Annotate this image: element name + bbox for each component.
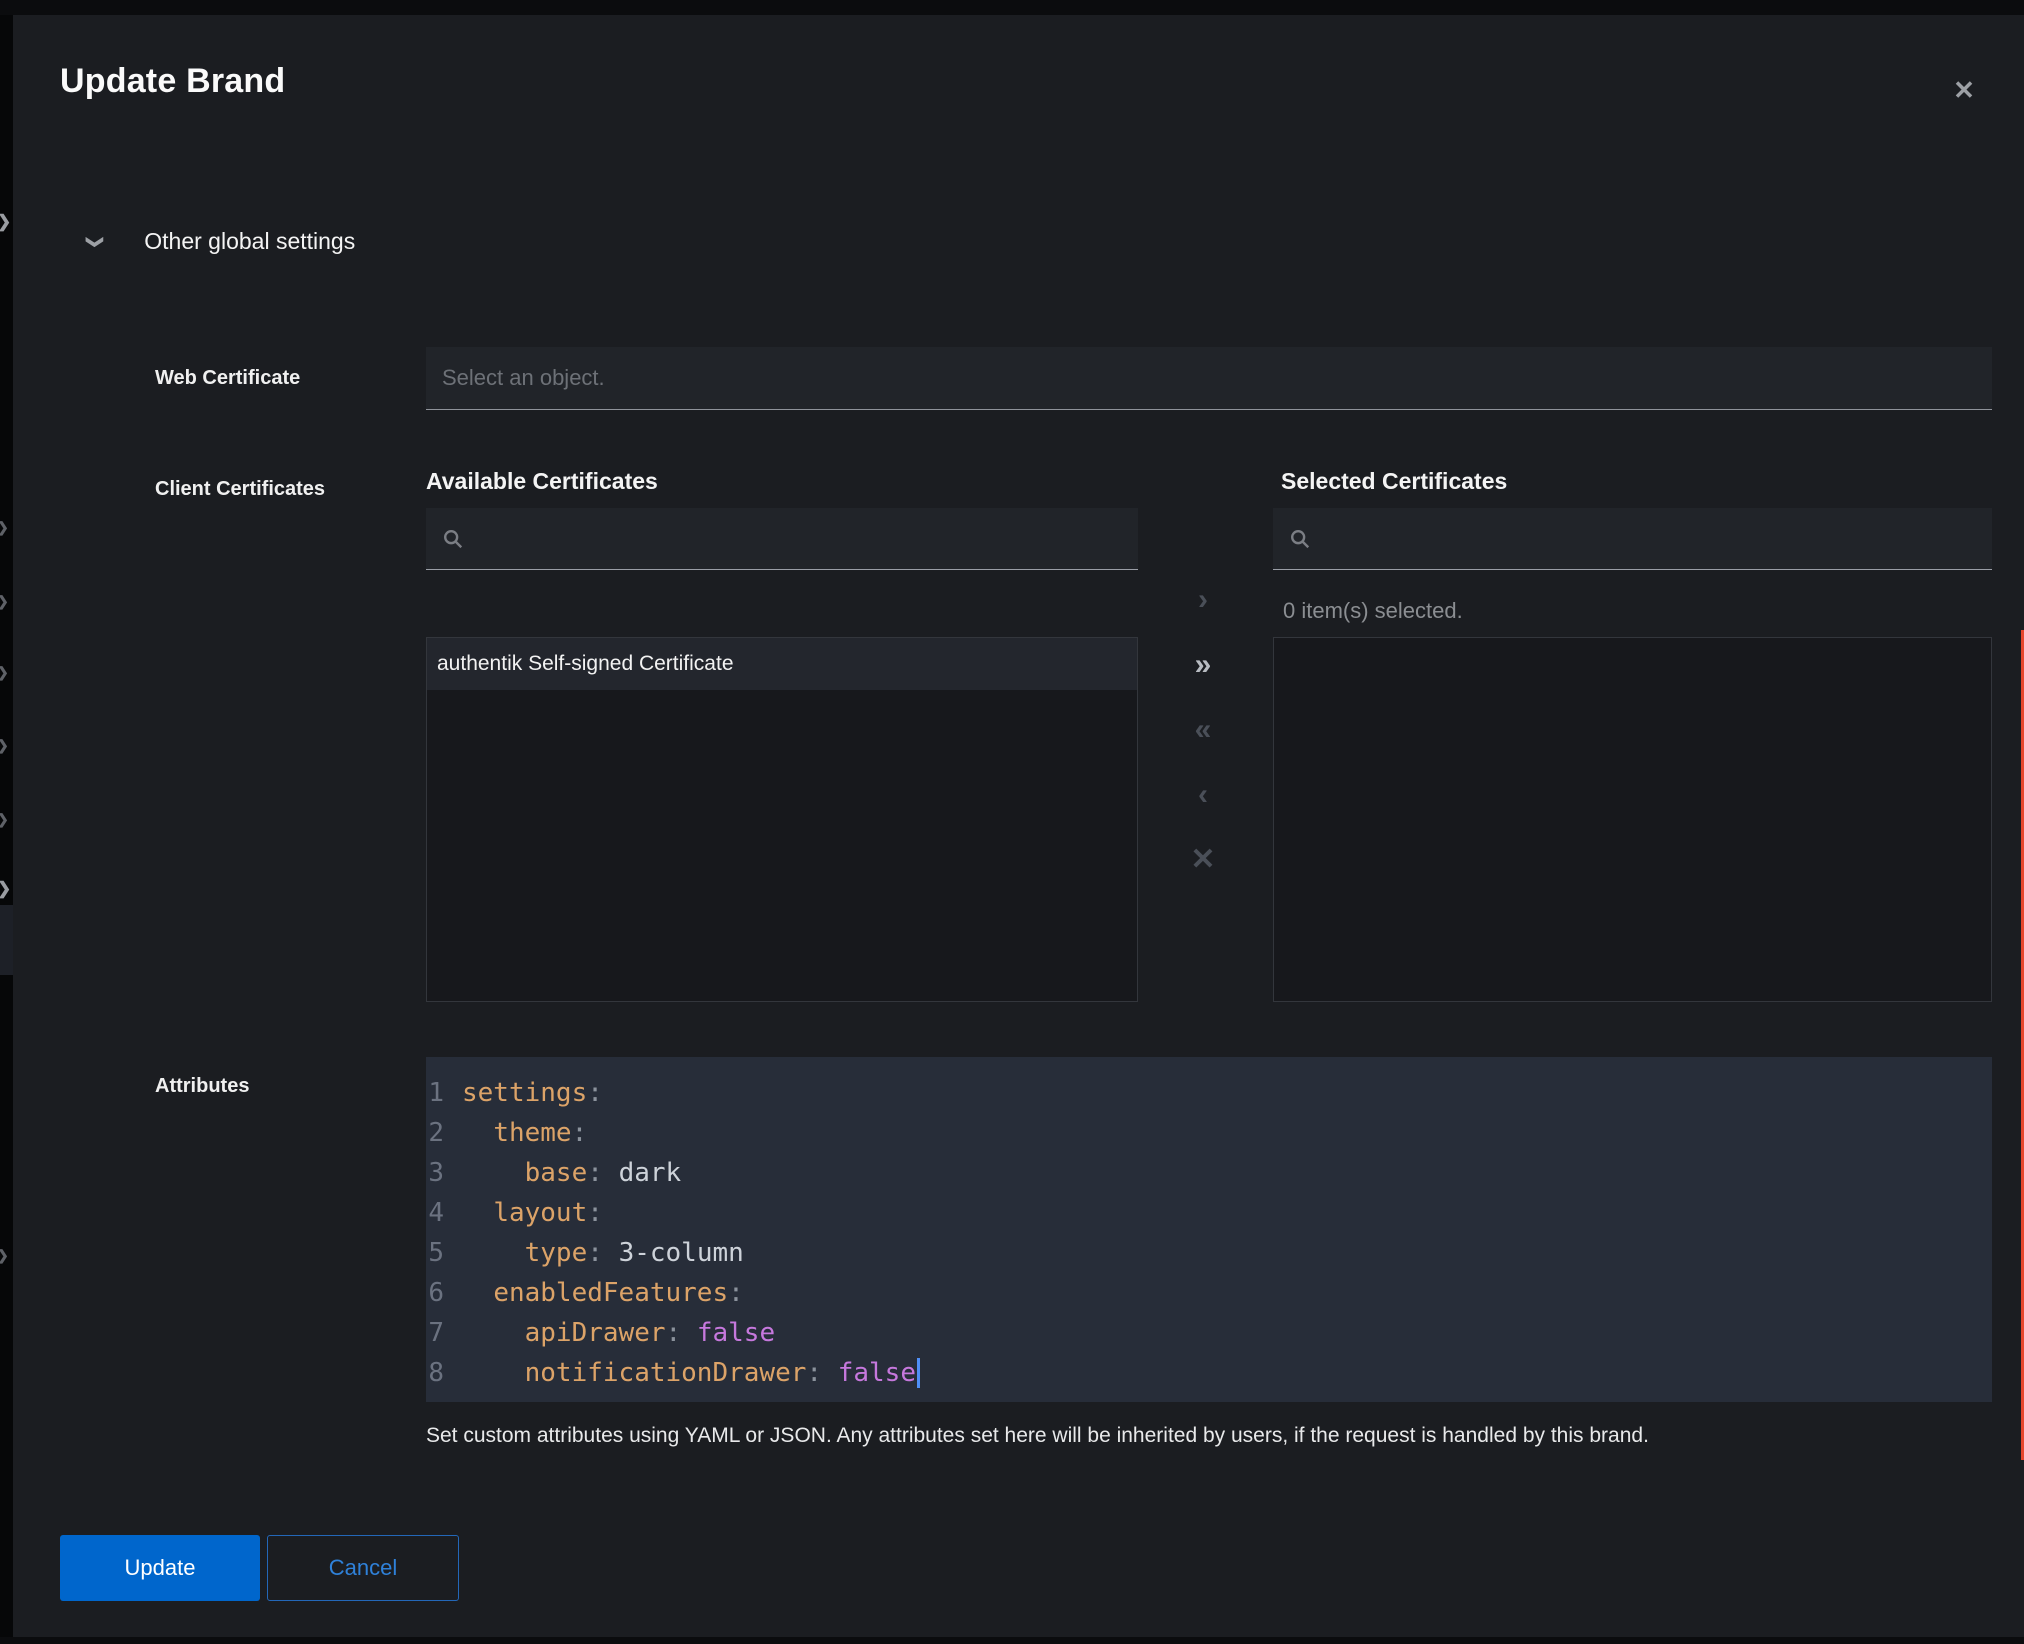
sidebar-chevron-icon: ❯ xyxy=(0,215,11,229)
close-icon[interactable]: ✕ xyxy=(1944,70,1984,110)
chevron-down-icon: ❯ xyxy=(85,234,105,248)
code-line: 4 layout: xyxy=(426,1193,1992,1233)
web-certificate-input[interactable] xyxy=(426,347,1992,410)
available-search-input[interactable] xyxy=(464,527,1138,551)
code-line: 8 notificationDrawer: false xyxy=(426,1353,1992,1393)
section-other-global-settings[interactable]: ❯ Other global settings xyxy=(88,228,355,255)
selected-count-status: 0 item(s) selected. xyxy=(1283,598,1463,624)
remove-selected-icon[interactable]: ✕ xyxy=(1173,830,1233,890)
code-line: 3 base: dark xyxy=(426,1153,1992,1193)
line-number: 8 xyxy=(426,1353,462,1393)
code-line: 1settings: xyxy=(426,1073,1992,1113)
page-backdrop-bottom xyxy=(0,1637,2024,1644)
text-cursor xyxy=(917,1358,920,1388)
cancel-button[interactable]: Cancel xyxy=(267,1535,459,1601)
sidebar-chevron-icon: ❯ xyxy=(0,1248,9,1262)
attributes-label: Attributes xyxy=(155,1075,249,1098)
selected-search-input[interactable] xyxy=(1311,527,1992,551)
dual-list-transfer-controls: ›»«‹✕ xyxy=(1168,570,1238,895)
sidebar-chevron-icon: ❯ xyxy=(0,665,9,679)
code-line: 6 enabledFeatures: xyxy=(426,1273,1992,1313)
web-certificate-label: Web Certificate xyxy=(155,367,300,390)
line-number: 6 xyxy=(426,1273,462,1313)
sidebar-chevron-icon: ❯ xyxy=(0,738,9,752)
move-selected-right-icon[interactable]: › xyxy=(1173,570,1233,630)
sidebar-chevron-icon: ❯ xyxy=(0,882,11,896)
available-certificate-item[interactable]: authentik Self-signed Certificate xyxy=(427,638,1137,690)
selected-certificates-heading: Selected Certificates xyxy=(1281,468,1507,495)
sidebar-chevron-icon: ❯ xyxy=(0,812,9,826)
sidebar-active-item xyxy=(0,905,13,975)
page-backdrop-top xyxy=(0,0,2024,15)
line-number: 5 xyxy=(426,1233,462,1273)
client-certificates-label: Client Certificates xyxy=(155,478,325,501)
sidebar-chevron-icon: ❯ xyxy=(0,594,9,608)
move-all-left-icon[interactable]: « xyxy=(1173,700,1233,760)
selected-certificates-list xyxy=(1273,637,1992,1002)
selected-search-box xyxy=(1273,508,1992,570)
line-number: 1 xyxy=(426,1073,462,1113)
available-certificates-heading: Available Certificates xyxy=(426,468,658,495)
line-number: 7 xyxy=(426,1313,462,1353)
modal-title: Update Brand xyxy=(60,62,285,101)
line-number: 4 xyxy=(426,1193,462,1233)
update-button[interactable]: Update xyxy=(60,1535,260,1601)
update-brand-modal: ❯ ❯ ❯ ❯ ❯ ❯ ❯ ❯ Update Brand ✕ ❯ Other global s… xyxy=(0,0,2024,1644)
code-line: 2 theme: xyxy=(426,1113,1992,1153)
search-icon xyxy=(442,528,464,550)
attributes-help-text: Set custom attributes using YAML or JSON… xyxy=(426,1424,1946,1448)
attributes-code-editor[interactable]: 1settings:2 theme:3 base: dark4 layout:5… xyxy=(426,1057,1992,1402)
code-line: 5 type: 3-column xyxy=(426,1233,1992,1273)
line-number: 3 xyxy=(426,1153,462,1193)
move-selected-left-icon[interactable]: ‹ xyxy=(1173,765,1233,825)
search-icon xyxy=(1289,528,1311,550)
clipped-sidebar: ❯ ❯ ❯ ❯ ❯ ❯ ❯ ❯ xyxy=(0,15,13,1644)
line-number: 2 xyxy=(426,1113,462,1153)
available-search-box xyxy=(426,508,1138,570)
section-label: Other global settings xyxy=(144,228,355,255)
available-certificates-list: authentik Self-signed Certificate xyxy=(426,637,1138,1002)
sidebar-chevron-icon: ❯ xyxy=(0,520,9,534)
move-all-right-icon[interactable]: » xyxy=(1173,635,1233,695)
code-line: 7 apiDrawer: false xyxy=(426,1313,1992,1353)
